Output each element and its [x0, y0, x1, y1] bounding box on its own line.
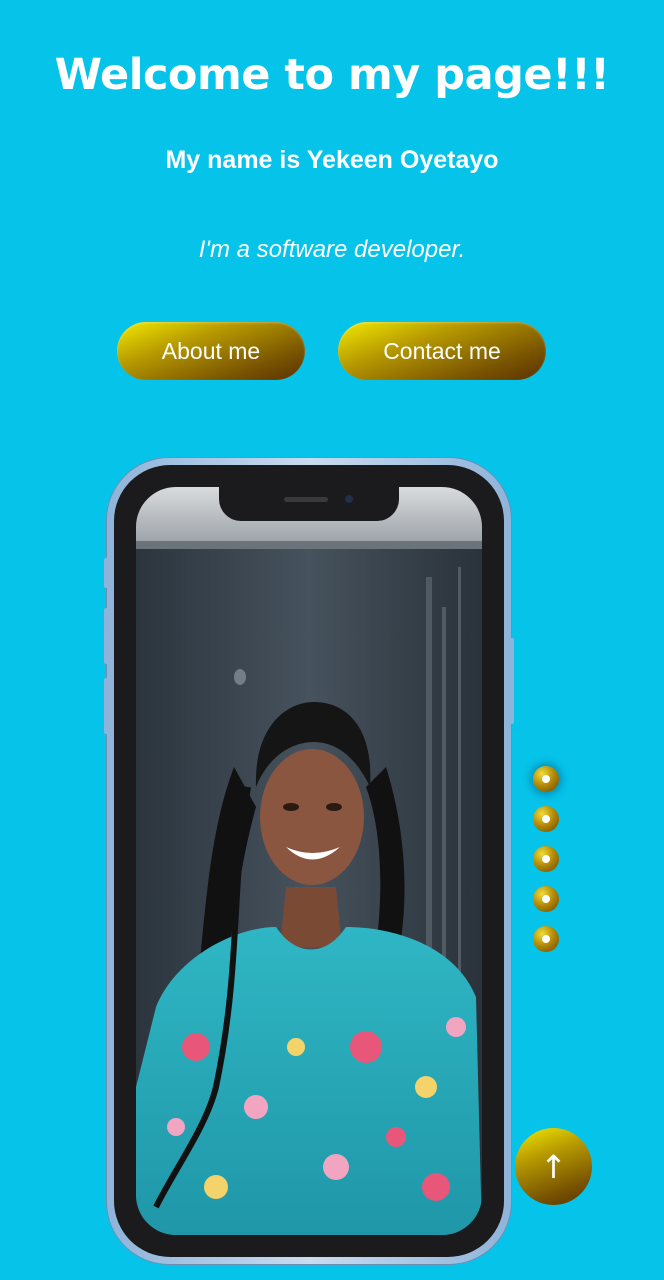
phone-side-button [104, 678, 108, 734]
tagline: I'm a software developer. [198, 236, 466, 263]
scroll-to-top-button[interactable]: ↑ [515, 1128, 592, 1205]
section-dot-1[interactable] [533, 766, 559, 792]
contact-me-button[interactable]: Contact me [338, 322, 546, 380]
section-dot-5[interactable] [533, 926, 559, 952]
phone-mockup [104, 458, 514, 1264]
section-dots-nav [533, 766, 561, 966]
section-dot-3[interactable] [533, 846, 559, 872]
camera-icon [345, 495, 353, 503]
phone-side-button [104, 608, 108, 664]
portrait-image [136, 487, 482, 1235]
name-heading: My name is Yekeen Oyetayo [165, 146, 499, 174]
phone-side-button [104, 558, 108, 588]
arrow-up-icon: ↑ [540, 1147, 567, 1186]
speaker-icon [284, 497, 328, 502]
page: Welcome to my page!!! My name is Yekeen … [0, 0, 664, 1280]
section-dot-2[interactable] [533, 806, 559, 832]
phone-notch [219, 487, 399, 521]
about-me-button[interactable]: About me [117, 322, 305, 380]
section-dot-4[interactable] [533, 886, 559, 912]
page-title: Welcome to my page!!! [54, 50, 610, 100]
phone-side-button [510, 638, 514, 724]
phone-bezel [114, 465, 504, 1257]
profile-photo [136, 487, 482, 1235]
